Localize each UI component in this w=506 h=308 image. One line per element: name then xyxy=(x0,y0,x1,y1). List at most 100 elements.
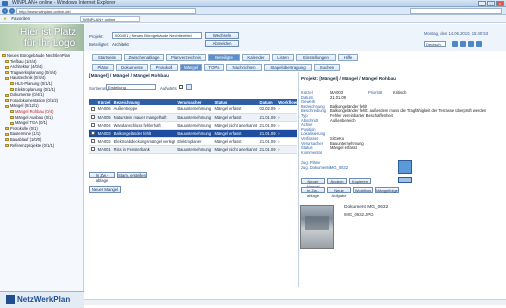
table-row[interactable]: MA001 Riss in Fensterbank Bauunternehmung M… xyxy=(89,145,297,154)
main-tab[interactable]: Planverzeichnis xyxy=(166,54,206,61)
sort-select[interactable]: Erstellung xyxy=(106,84,156,90)
workflow-arrow-icon[interactable]: › xyxy=(276,145,297,154)
cell-cause: Bauunternehmung xyxy=(175,113,213,122)
workflow-arrow-icon[interactable]: › xyxy=(276,121,297,130)
favorites-star-icon[interactable]: ★ xyxy=(3,16,7,21)
ascending-checkbox[interactable] xyxy=(179,85,183,89)
new-defect-button[interactable]: Neuer Mangel xyxy=(89,186,121,193)
switch-project-button[interactable]: Wechseln xyxy=(205,32,239,39)
sub-tab[interactable]: Pläne xyxy=(92,64,114,71)
sub-tab[interactable]: Protokoll xyxy=(150,64,178,71)
detail-action-button[interactable]: Ändern xyxy=(327,178,347,184)
footer-logo-text: NetzWerkPlan xyxy=(17,295,71,304)
field-value[interactable]: MG_0632 xyxy=(330,165,348,170)
main-tab[interactable]: Hilfe xyxy=(338,54,358,61)
main-tab[interactable]: Einstellungen xyxy=(296,54,336,61)
table-row[interactable]: MA004 Wandanschluss fehlerhaft Bauunterneh… xyxy=(89,121,297,130)
row-checkbox[interactable] xyxy=(91,115,95,120)
detail-action-button[interactable]: Neuer Mangel xyxy=(301,178,325,189)
sub-tab[interactable]: Nachrichten xyxy=(226,64,262,71)
cell-desc: Wandanschluss fehlerhaft xyxy=(111,121,176,130)
attachment-thumbnail-2[interactable] xyxy=(398,177,412,183)
sub-tab[interactable]: Dokumente xyxy=(116,64,148,71)
tree-item-label: Neues Bürogebäude NechtlenPlan xyxy=(7,53,71,58)
cell-desc: Balkongeländer fehlt xyxy=(111,129,176,138)
workflow-arrow-icon[interactable]: › xyxy=(276,129,297,138)
sub-tab[interactable]: Mängel xyxy=(180,64,202,71)
priority-label: Priorität xyxy=(368,90,383,95)
project-select[interactable]: 000401 | Neues Bürogebäude Nechtlenfeld xyxy=(112,32,202,39)
sub-tab[interactable]: Suchen xyxy=(314,64,340,71)
detail-action-button[interactable]: Mängelfolge xyxy=(375,187,399,193)
browser-search-input[interactable] xyxy=(410,8,502,14)
sub-navigation: Pläne Dokumente Protokoll Mängel TOPs Nachric… xyxy=(92,64,492,71)
document-photo[interactable] xyxy=(300,205,334,249)
row-checkbox[interactable] xyxy=(91,139,95,144)
browser-tab[interactable]: WINPLAN+ online xyxy=(80,16,140,22)
folder-icon xyxy=(5,76,9,80)
main-tab[interactable]: Kalender xyxy=(242,54,270,61)
cell-desc: Riss in Fensterbank xyxy=(111,145,176,154)
row-select-cell xyxy=(89,137,96,146)
table-row[interactable]: MA005 Naturstein mauer mangelhaft Bauunter… xyxy=(89,113,297,122)
folder-icon xyxy=(5,104,9,108)
favorites-label[interactable]: Favoriten xyxy=(11,16,30,21)
detail-action-button[interactable]: Kopieren xyxy=(349,178,371,184)
logout-button[interactable]: Abmelden xyxy=(205,40,239,47)
tree-item-label: Bauablauf (1/0/0) xyxy=(10,136,42,142)
tree-item-label: HLS-Planung (0/1/1) xyxy=(15,80,53,86)
cell-status: Mängel erfasst xyxy=(212,137,258,146)
maximize-button[interactable]: □ xyxy=(487,1,495,6)
workflow-arrow-icon[interactable]: › xyxy=(276,113,297,122)
sort-apply-button[interactable] xyxy=(186,84,192,90)
forward-icon[interactable]: › xyxy=(9,8,15,14)
main-tab[interactable]: Listen xyxy=(272,54,294,61)
datetime: Montag, den 14.06.2010, 15:40:53 xyxy=(424,31,489,36)
help-icon[interactable] xyxy=(468,41,474,47)
cell-date: 21.01.09 xyxy=(257,113,277,122)
mail-icon[interactable] xyxy=(460,41,466,47)
detail-action-button[interactable]: Neue Aufgabe xyxy=(327,187,351,198)
table-row[interactable]: MA006 Außentreppe Bauunternehmung Mängel er… xyxy=(89,105,297,114)
tree-item-label: Mängel (0/12/1) xyxy=(10,103,39,109)
language-select[interactable]: Deutsch xyxy=(424,41,446,47)
logo-line-1: Hier ist Platz xyxy=(20,27,77,38)
detail-action-button[interactable]: In Zw.-ablage xyxy=(301,187,325,198)
main-tab[interactable]: Zwischenablage xyxy=(124,54,164,61)
row-checkbox[interactable] xyxy=(91,131,95,136)
table-row[interactable]: MA003 Balkongeländer fehlt Bauunternehmung… xyxy=(89,129,297,138)
table-row[interactable]: MA002 Elektroabdeckungsmängel verlegt Elek… xyxy=(89,137,297,146)
logo-placeholder: Hier ist Platz für Ihr Logo xyxy=(0,24,84,51)
cell-cause: Elektroplaner xyxy=(175,137,213,146)
main-navigation: Startseite Zwischenablage Planverzeichnis B… xyxy=(92,54,492,61)
row-checkbox[interactable] xyxy=(91,107,95,112)
close-button[interactable]: × xyxy=(496,1,504,6)
column-header[interactable]: Kürzel xyxy=(95,99,112,105)
workflow-arrow-icon[interactable]: › xyxy=(276,105,297,114)
to-clipboard-button[interactable]: In Zw.-ablage xyxy=(89,172,115,183)
tree-item-label: Tragwerksplanung (0/4/4) xyxy=(10,69,57,75)
back-icon[interactable]: ‹ xyxy=(2,8,8,14)
attachment-thumbnail[interactable] xyxy=(398,160,412,174)
project-tree: Neues Bürogebäude NechtlenPlan Tiefbau (1… xyxy=(0,51,84,291)
folder-icon xyxy=(5,60,9,64)
tree-item-label: Fotodokumentation (0/1/2) xyxy=(10,97,59,103)
workflow-arrow-icon[interactable]: › xyxy=(276,137,297,146)
row-checkbox[interactable] xyxy=(91,147,95,152)
document-title: Dokument MG_0632 xyxy=(344,205,389,210)
url-input[interactable]: http://www.winplan-online.de/ xyxy=(16,8,196,14)
tree-item[interactable]: Referenzprojekte (0/1/1) xyxy=(2,143,81,149)
create-stamp-button[interactable]: Stam. erstellen xyxy=(117,172,147,178)
sub-tab[interactable]: TOPs xyxy=(204,64,224,71)
tree-item-label: Mängel Ausbau (0/1) xyxy=(15,114,53,120)
horizontal-scrollbar[interactable] xyxy=(84,299,506,305)
column-header[interactable]: Workflow xyxy=(276,99,297,105)
detail-action-button[interactable]: Workflow xyxy=(353,187,373,193)
main-tab[interactable]: Beteiligte xyxy=(208,54,240,61)
row-checkbox[interactable] xyxy=(91,123,95,128)
sub-tab[interactable]: Stapelübertragung xyxy=(264,64,312,71)
print-icon[interactable] xyxy=(452,41,458,47)
minimize-button[interactable]: _ xyxy=(478,1,486,6)
main-tab[interactable]: Startseite xyxy=(92,54,122,61)
info-icon[interactable] xyxy=(476,41,482,47)
